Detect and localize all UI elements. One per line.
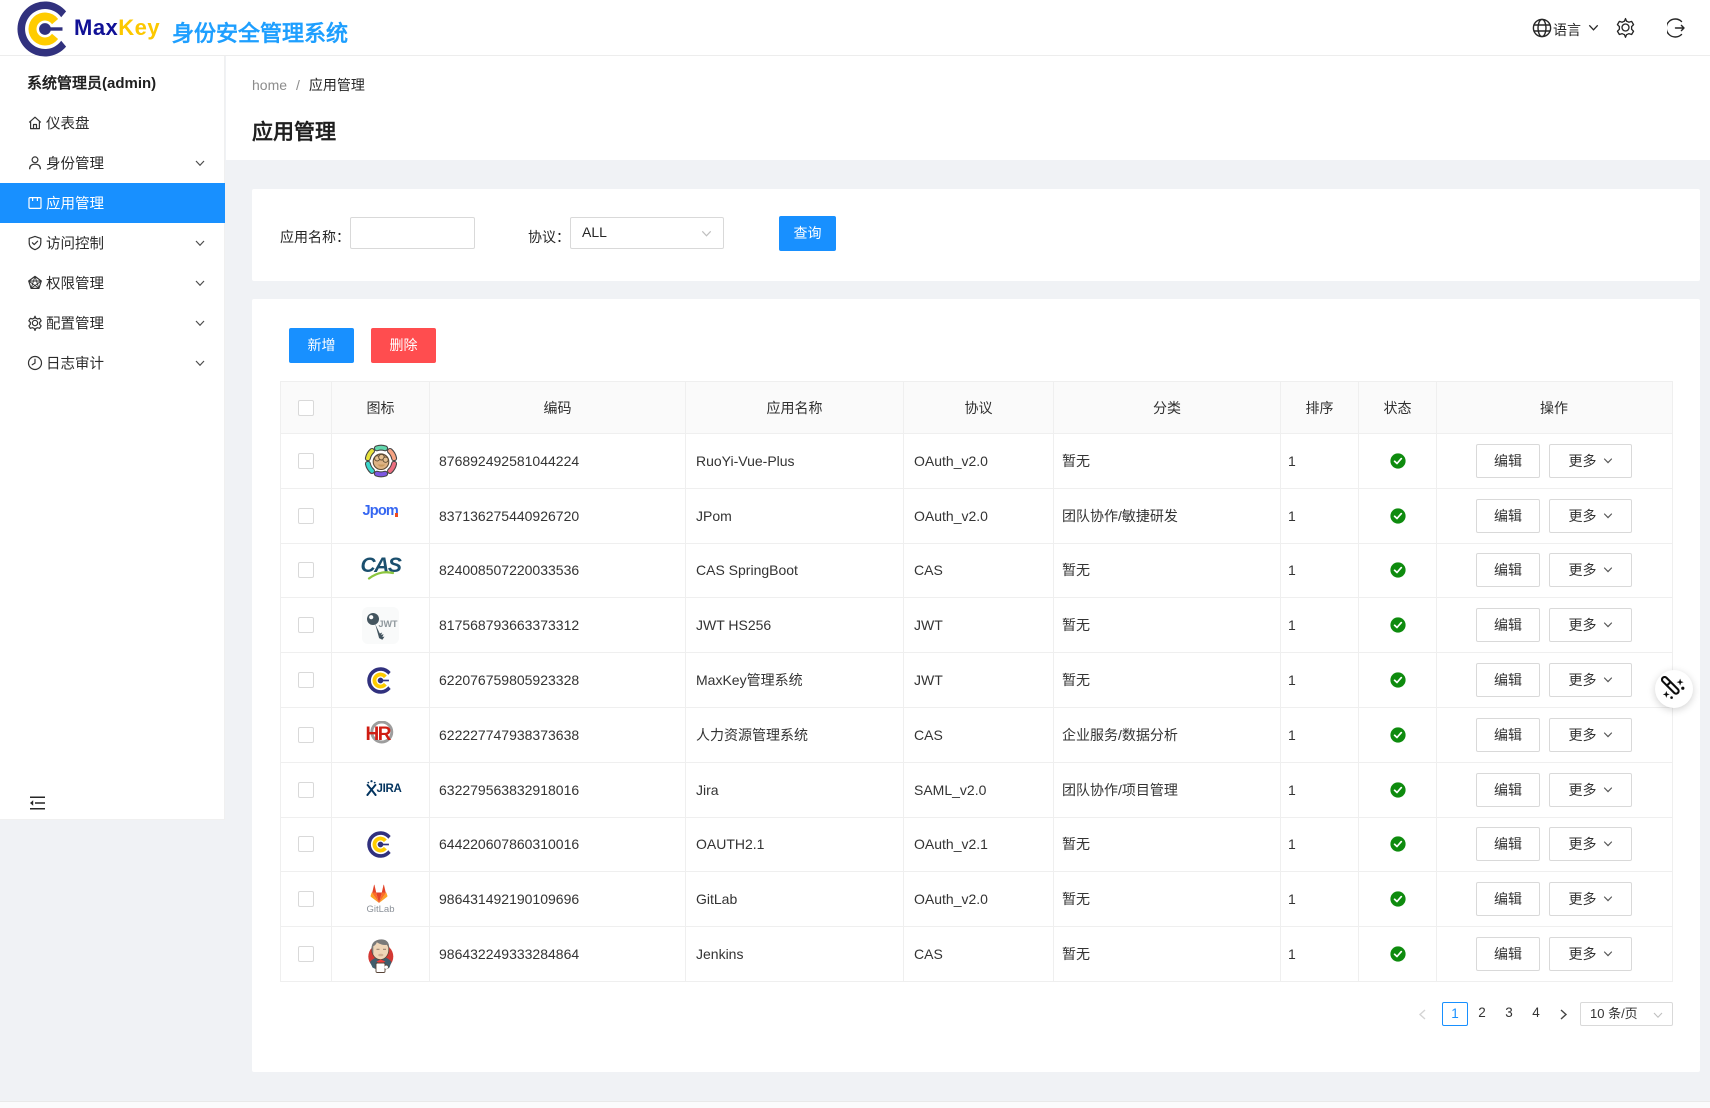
svg-text:JWT: JWT <box>378 619 398 629</box>
